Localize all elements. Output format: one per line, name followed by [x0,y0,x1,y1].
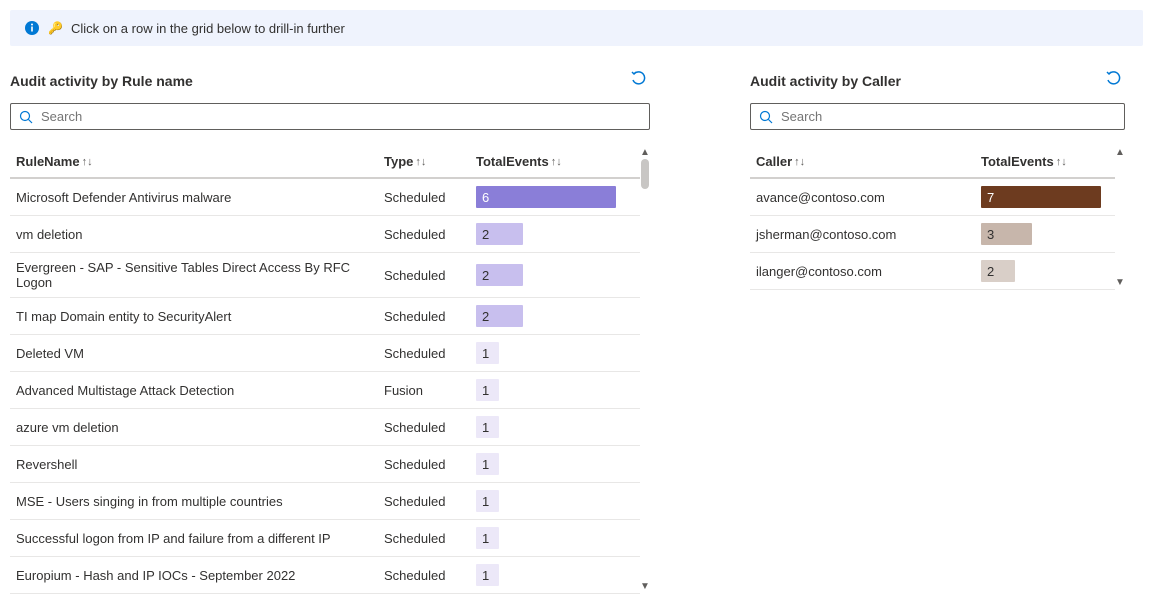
search-input-caller[interactable] [779,108,1116,125]
sort-icon: ↑↓ [551,156,562,168]
cell-rulename: Evergreen - SAP - Sensitive Tables Direc… [16,260,384,290]
panel-caller: Audit activity by Caller Caller ↑↓ Total… [750,68,1125,594]
search-icon [759,110,773,124]
cell-rulename: vm deletion [16,227,384,242]
search-wrap-rule[interactable] [10,103,650,130]
cell-type: Scheduled [384,457,476,472]
cell-type: Scheduled [384,227,476,242]
undo-icon [1105,70,1123,88]
col-header-totalevents[interactable]: TotalEvents ↑↓ [476,154,616,169]
cell-totalevents: 1 [476,490,616,512]
scroll-thumb[interactable] [641,159,649,189]
search-wrap-caller[interactable] [750,103,1125,130]
cell-totalevents: 1 [476,416,616,438]
cell-totalevents: 1 [476,342,616,364]
scroll-down-icon[interactable]: ▼ [640,582,650,592]
cell-rulename: TI map Domain entity to SecurityAlert [16,309,384,324]
table-row[interactable]: ilanger@contoso.com2 [750,253,1115,290]
table-row[interactable]: TI map Domain entity to SecurityAlertSch… [10,298,640,335]
panel-title-rule: Audit activity by Rule name [10,73,193,89]
cell-totalevents: 2 [981,260,1101,282]
cell-type: Scheduled [384,531,476,546]
undo-button-rule[interactable] [628,68,650,93]
cell-rulename: Deleted VM [16,346,384,361]
table-row[interactable]: RevershellScheduled1 [10,446,640,483]
cell-rulename: azure vm deletion [16,420,384,435]
cell-rulename: Revershell [16,457,384,472]
panel-title-caller: Audit activity by Caller [750,73,901,89]
cell-totalevents: 2 [476,305,616,327]
cell-rulename: Advanced Multistage Attack Detection [16,383,384,398]
cell-type: Scheduled [384,420,476,435]
cell-type: Scheduled [384,568,476,583]
cell-type: Scheduled [384,190,476,205]
cell-totalevents: 6 [476,186,616,208]
cell-totalevents: 1 [476,453,616,475]
cell-totalevents: 1 [476,527,616,549]
cell-type: Scheduled [384,268,476,283]
table-row[interactable]: azure vm deletionScheduled1 [10,409,640,446]
grid-header-rule: RuleName ↑↓ Type ↑↓ TotalEvents ↑↓ [10,146,640,179]
cell-type: Fusion [384,383,476,398]
cell-rulename: Europium - Hash and IP IOCs - September … [16,568,384,583]
cell-rulename: Successful logon from IP and failure fro… [16,531,384,546]
cell-totalevents: 3 [981,223,1101,245]
search-icon [19,110,33,124]
table-row[interactable]: jsherman@contoso.com3 [750,216,1115,253]
scroll-down-icon[interactable]: ▼ [1115,278,1125,288]
cell-type: Scheduled [384,494,476,509]
table-row[interactable]: MSE - Users singing in from multiple cou… [10,483,640,520]
cell-totalevents: 2 [476,223,616,245]
scrollbar-caller[interactable]: ▲ ▼ [1115,146,1125,290]
cell-totalevents: 1 [476,379,616,401]
table-row[interactable]: vm deletionScheduled2 [10,216,640,253]
cell-caller: avance@contoso.com [756,190,981,205]
col-header-rulename[interactable]: RuleName ↑↓ [16,154,384,169]
cell-totalevents: 1 [476,564,616,586]
table-row[interactable]: Successful logon from IP and failure fro… [10,520,640,557]
grid-header-caller: Caller ↑↓ TotalEvents ↑↓ [750,146,1115,179]
scroll-up-icon[interactable]: ▲ [1115,148,1125,158]
col-header-totalevents-caller[interactable]: TotalEvents ↑↓ [981,154,1101,169]
sort-icon: ↑↓ [1056,156,1067,168]
col-header-type[interactable]: Type ↑↓ [384,154,476,169]
cell-totalevents: 2 [476,264,616,286]
panel-rule-name: Audit activity by Rule name RuleName ↑↓ … [10,68,650,594]
table-row[interactable]: Microsoft Defender Antivirus malwareSche… [10,179,640,216]
cell-caller: jsherman@contoso.com [756,227,981,242]
sort-icon: ↑↓ [82,156,93,168]
info-icon [24,20,40,36]
table-row[interactable]: avance@contoso.com7 [750,179,1115,216]
sort-icon: ↑↓ [415,156,426,168]
info-bar-text: Click on a row in the grid below to dril… [71,21,345,36]
table-row[interactable]: Advanced Multistage Attack DetectionFusi… [10,372,640,409]
key-icon: 🔑 [48,21,63,35]
cell-caller: ilanger@contoso.com [756,264,981,279]
sort-icon: ↑↓ [794,156,805,168]
table-row[interactable]: Deleted VMScheduled1 [10,335,640,372]
cell-totalevents: 7 [981,186,1101,208]
grid-rule: RuleName ↑↓ Type ↑↓ TotalEvents ↑↓ Micro… [10,146,640,594]
cell-type: Scheduled [384,346,476,361]
col-header-caller[interactable]: Caller ↑↓ [756,154,981,169]
table-row[interactable]: Evergreen - SAP - Sensitive Tables Direc… [10,253,640,298]
undo-icon [630,70,648,88]
cell-type: Scheduled [384,309,476,324]
scroll-up-icon[interactable]: ▲ [640,148,650,158]
undo-button-caller[interactable] [1103,68,1125,93]
grid-caller: Caller ↑↓ TotalEvents ↑↓ avance@contoso.… [750,146,1115,290]
info-bar: 🔑 Click on a row in the grid below to dr… [10,10,1143,46]
search-input-rule[interactable] [39,108,641,125]
scrollbar-rule[interactable]: ▲ ▼ [640,146,650,594]
cell-rulename: MSE - Users singing in from multiple cou… [16,494,384,509]
cell-rulename: Microsoft Defender Antivirus malware [16,190,384,205]
